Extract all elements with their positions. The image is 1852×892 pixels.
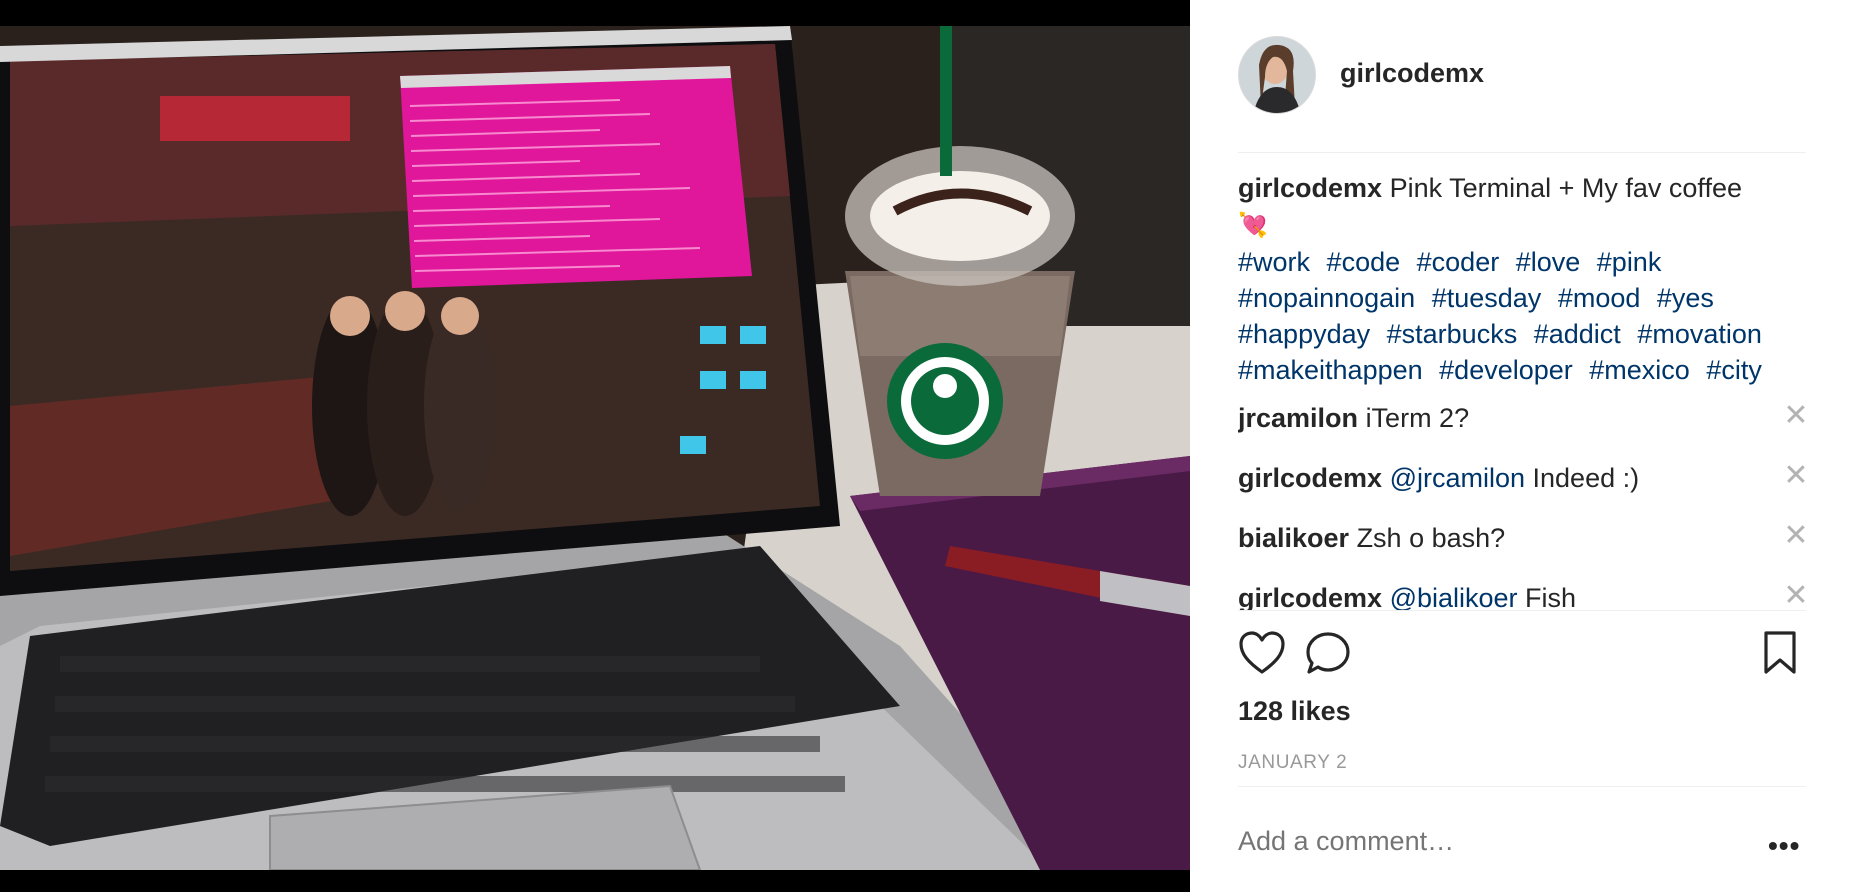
hashtag-link[interactable]: #starbucks <box>1387 319 1518 349</box>
hashtag-link[interactable]: #work <box>1238 247 1310 277</box>
caption-username[interactable]: girlcodemx <box>1238 173 1382 203</box>
hashtag-link[interactable]: #happyday <box>1238 319 1370 349</box>
comments-section: girlcodemx Pink Terminal + My fav coffee… <box>1238 170 1816 610</box>
comment-item: bialikoer Zsh o bash? ✕ <box>1238 520 1816 568</box>
hashtag-link[interactable]: #movation <box>1637 319 1762 349</box>
bookmark-icon[interactable] <box>1760 630 1800 681</box>
close-icon[interactable]: ✕ <box>1782 401 1810 431</box>
hashtag-list: #work #code #coder #love #pink #nopainno… <box>1238 244 1816 388</box>
comment-text: Fish <box>1525 583 1577 610</box>
post-actions <box>1238 630 1806 680</box>
comment-text: iTerm 2? <box>1365 403 1470 433</box>
more-options-icon[interactable]: ••• <box>1768 830 1800 862</box>
hashtag-link[interactable]: #addict <box>1534 319 1621 349</box>
hashtag-link[interactable]: #makeithappen <box>1238 355 1423 385</box>
hashtag-link[interactable]: #love <box>1516 247 1581 277</box>
hashtag-link[interactable]: #pink <box>1597 247 1662 277</box>
hashtag-link[interactable]: #mexico <box>1589 355 1690 385</box>
comment-item: girlcodemx @jrcamilon Indeed :) ✕ <box>1238 460 1816 508</box>
comment-mention[interactable]: @jrcamilon <box>1390 463 1525 493</box>
post-header: girlcodemx <box>1238 36 1806 153</box>
comment-text: Zsh o bash? <box>1356 523 1506 553</box>
comment-username[interactable]: jrcamilon <box>1238 403 1358 433</box>
close-icon[interactable]: ✕ <box>1782 461 1810 491</box>
add-comment-input[interactable] <box>1238 826 1718 857</box>
comment-bubble-icon[interactable] <box>1304 630 1352 681</box>
comment-username[interactable]: bialikoer <box>1238 523 1349 553</box>
close-icon[interactable]: ✕ <box>1782 521 1810 551</box>
comment-item: girlcodemx @bialikoer Fish ✕ <box>1238 580 1816 611</box>
header-username[interactable]: girlcodemx <box>1340 58 1484 89</box>
hashtag-link[interactable]: #developer <box>1439 355 1573 385</box>
hashtag-link[interactable]: #yes <box>1657 283 1714 313</box>
comment-item: jrcamilon iTerm 2? ✕ <box>1238 400 1816 448</box>
close-icon[interactable]: ✕ <box>1782 581 1810 611</box>
post-photo-area <box>0 0 1190 892</box>
comment-mention[interactable]: @bialikoer <box>1390 583 1518 610</box>
caption-emoji: 💘 <box>1238 212 1268 239</box>
post-photo[interactable] <box>0 26 1190 870</box>
comment-username[interactable]: girlcodemx <box>1238 463 1382 493</box>
avatar[interactable] <box>1238 36 1316 114</box>
comment-text: Indeed :) <box>1532 463 1640 493</box>
hashtag-link[interactable]: #city <box>1706 355 1762 385</box>
hashtag-link[interactable]: #nopainnogain <box>1238 283 1415 313</box>
comments-divider <box>1238 610 1806 611</box>
post-date[interactable]: JANUARY 2 <box>1238 752 1347 774</box>
hashtag-link[interactable]: #mood <box>1558 283 1641 313</box>
hashtag-link[interactable]: #coder <box>1417 247 1500 277</box>
post-side-panel: girlcodemx girlcodemx Pink Terminal + My… <box>1190 0 1852 892</box>
hashtag-link[interactable]: #tuesday <box>1432 283 1542 313</box>
comment-username[interactable]: girlcodemx <box>1238 583 1382 610</box>
likes-count[interactable]: 128 likes <box>1238 696 1351 727</box>
add-comment-divider <box>1238 786 1806 787</box>
heart-icon[interactable] <box>1238 630 1286 681</box>
hashtag-link[interactable]: #code <box>1327 247 1401 277</box>
post-caption: girlcodemx Pink Terminal + My fav coffee… <box>1238 170 1816 244</box>
caption-text: Pink Terminal + My fav coffee <box>1389 173 1742 203</box>
